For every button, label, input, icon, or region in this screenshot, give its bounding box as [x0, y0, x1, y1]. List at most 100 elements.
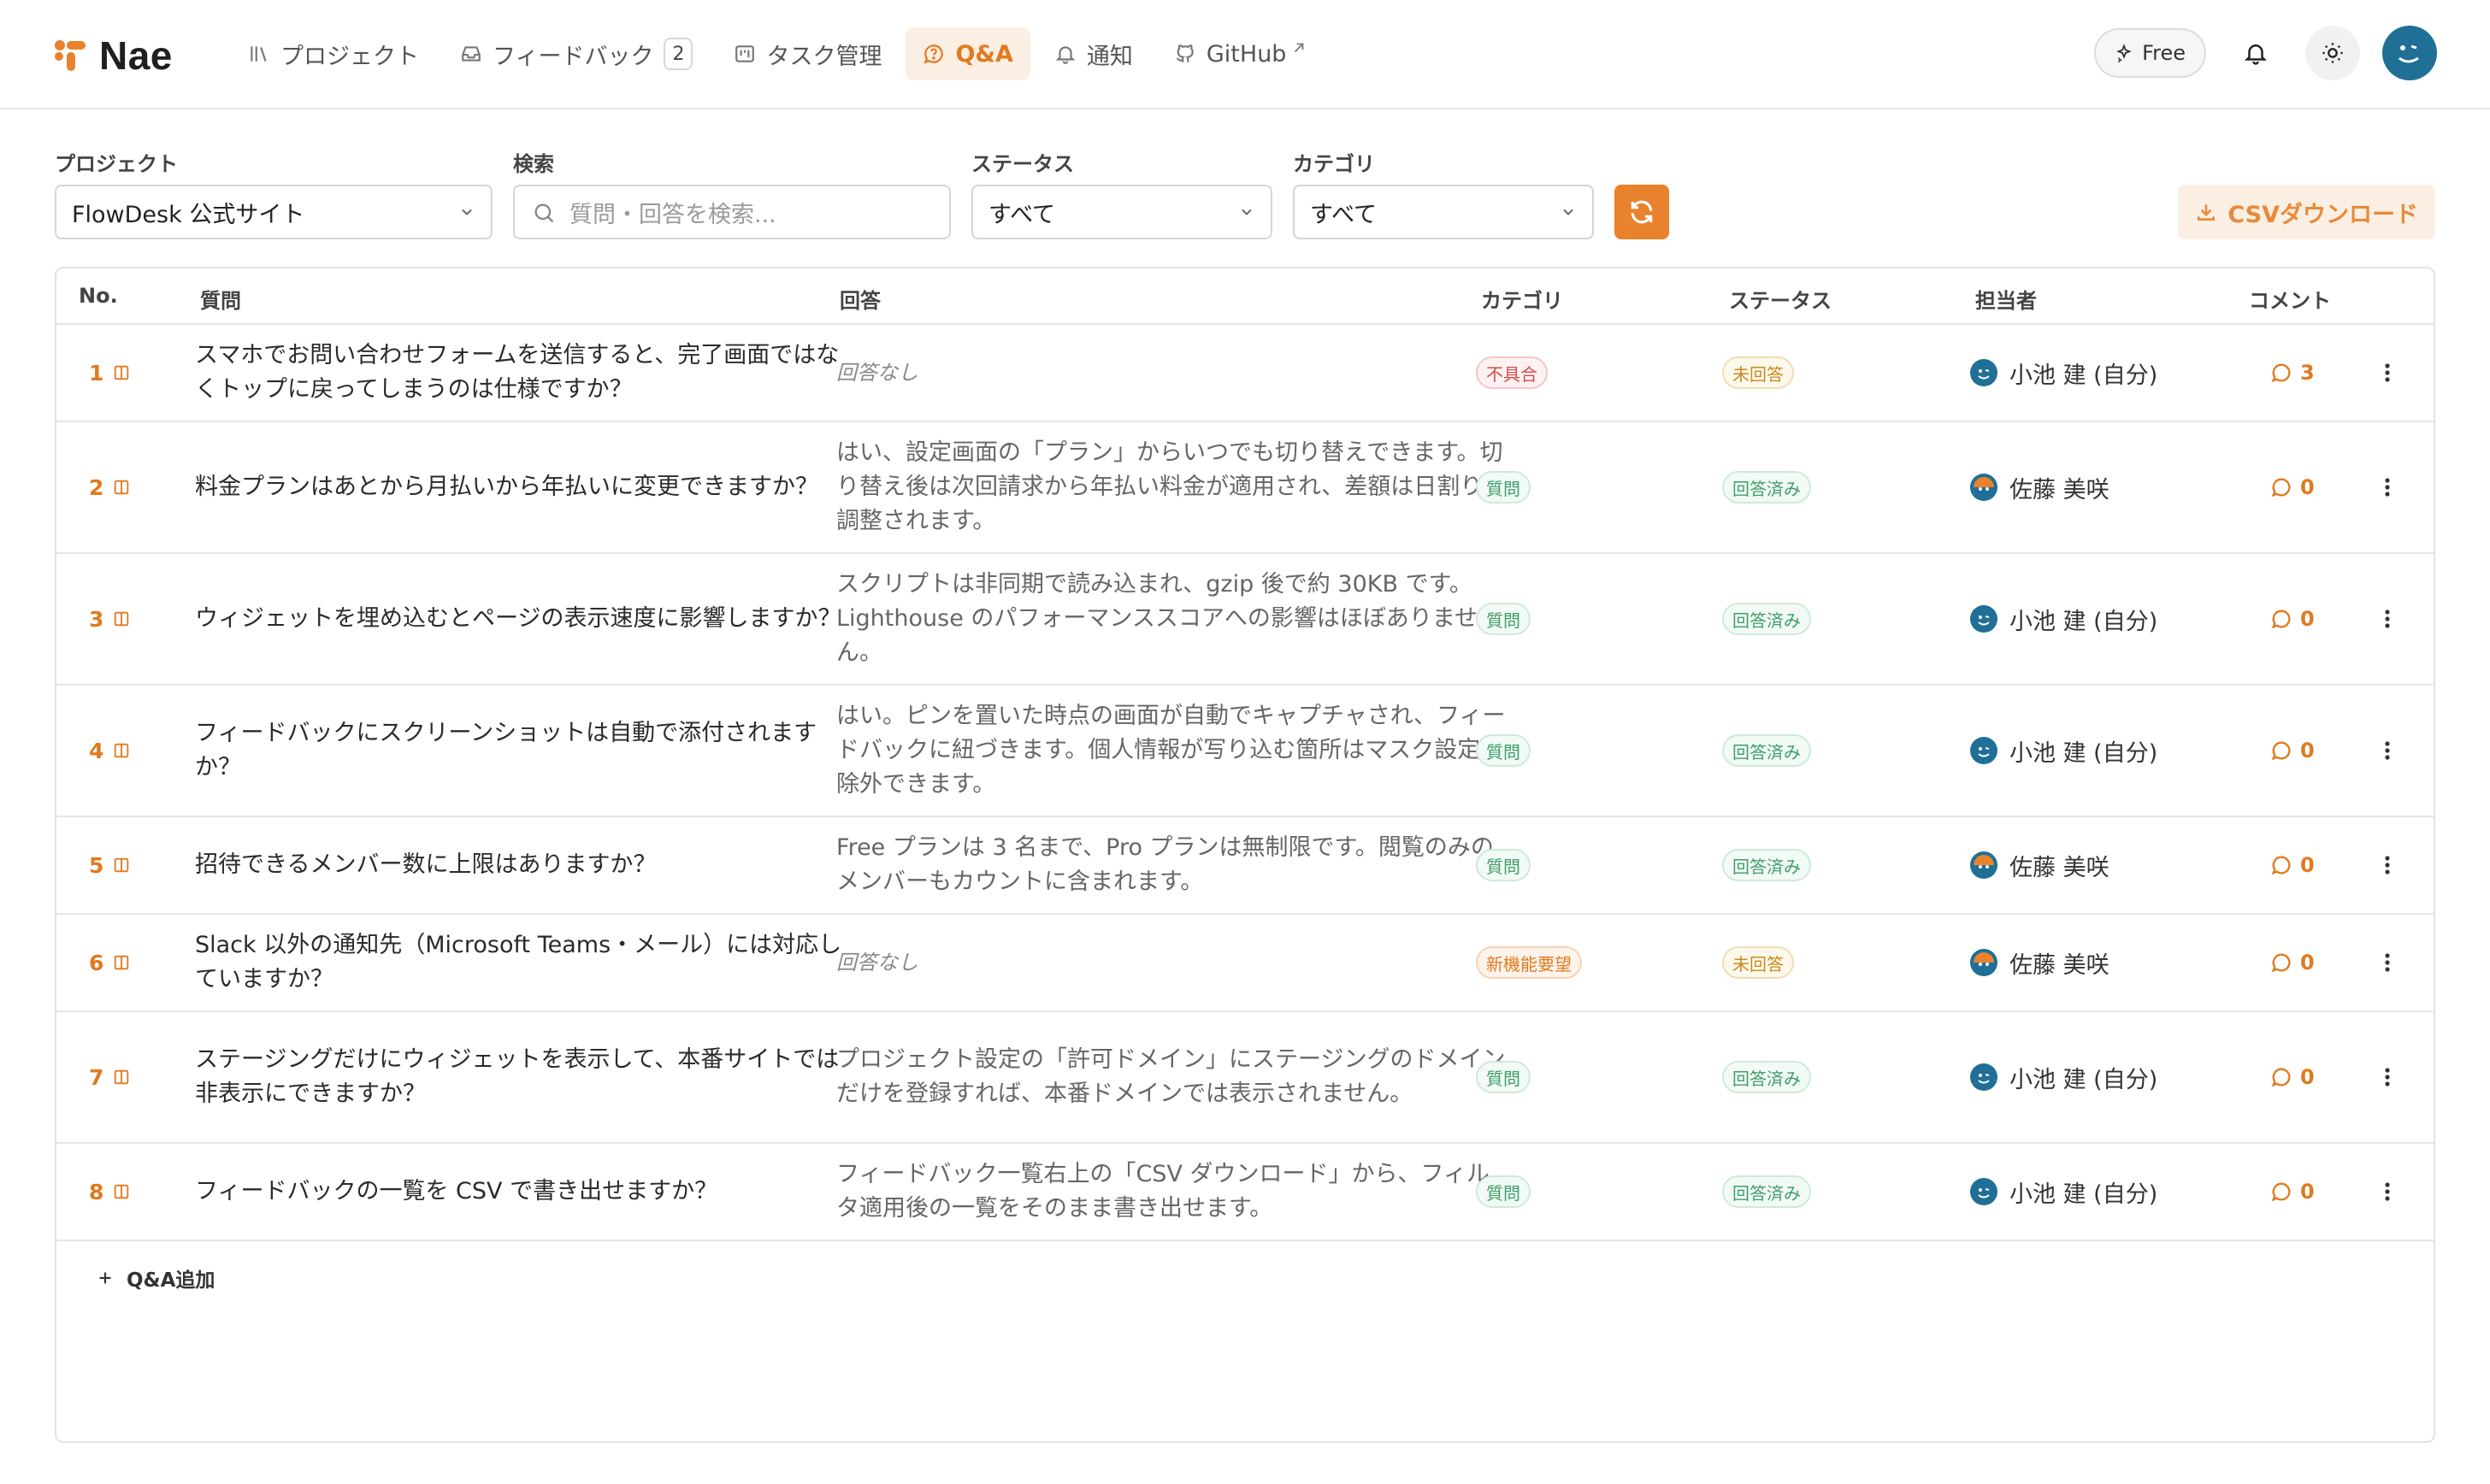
- table-row[interactable]: 6 Slack 以外の通知先（Microsoft Teams・メール）には対応して…: [56, 915, 2434, 1012]
- status-filter: ステータス すべて: [971, 147, 1272, 239]
- nav-tasks[interactable]: タスク管理: [717, 27, 899, 80]
- category-select-value: すべて: [1310, 201, 1378, 228]
- row-menu-button[interactable]: [2384, 817, 2391, 913]
- assignee-cell[interactable]: 小池 建 (自分): [1970, 554, 2157, 684]
- comment-count: 0: [2300, 475, 2315, 499]
- assignee-cell[interactable]: 小池 建 (自分): [1970, 325, 2157, 421]
- row-menu-button[interactable]: [2384, 915, 2391, 1010]
- row-menu-button[interactable]: [2384, 554, 2391, 684]
- refresh-button[interactable]: [1614, 185, 1669, 239]
- row-menu-button[interactable]: [2384, 422, 2391, 552]
- plan-badge[interactable]: Free: [2094, 28, 2206, 78]
- row-number-cell[interactable]: 3: [89, 554, 192, 684]
- assignee-cell[interactable]: 小池 建 (自分): [1970, 1012, 2157, 1142]
- theme-toggle[interactable]: [2305, 26, 2360, 80]
- row-number-cell[interactable]: 6: [89, 915, 192, 1010]
- table-row[interactable]: 3 ウィジェットを埋め込むとページの表示速度に影響しますか？ スクリプトは非同期で読…: [56, 554, 2434, 686]
- status-badge: 回答済み: [1722, 603, 1811, 635]
- comment-cell[interactable]: 0: [2269, 686, 2315, 816]
- question-text: フィードバックの一覧を CSV で書き出せますか？: [195, 1178, 718, 1204]
- nav-qa[interactable]: Q&A: [906, 27, 1030, 80]
- row-number-cell[interactable]: 8: [89, 1144, 192, 1240]
- answer-cell: はい、設定画面の「プラン」からいつでも切り替えできます。切り替え後は次回請求から…: [836, 422, 1512, 552]
- comment-cell[interactable]: 0: [2269, 1144, 2315, 1240]
- question-text: スマホでお問い合わせフォームを送信すると、完了画面ではなくトップに戻ってしまうの…: [195, 342, 840, 403]
- table-row[interactable]: 7 ステージングだけにウィジェットを表示して、本番サイトでは非表示にできますか？プ…: [56, 1012, 2434, 1144]
- assignee-name: 佐藤 美咲: [2009, 854, 2109, 881]
- nav-feedback[interactable]: フィードバック 2: [443, 27, 710, 80]
- project-select[interactable]: FlowDesk 公式サイト: [55, 185, 493, 239]
- comment-cell[interactable]: 0: [2269, 817, 2315, 913]
- table-row[interactable]: 8 フィードバックの一覧を CSV で書き出せますか？ フィードバック一覧右上の「C…: [56, 1144, 2434, 1241]
- row-number: 1: [89, 360, 104, 386]
- plan-label: Free: [2142, 41, 2186, 65]
- kebab-menu-icon: [2385, 741, 2390, 760]
- project-select-value: FlowDesk 公式サイト: [72, 201, 305, 228]
- avatar: [1970, 737, 1997, 764]
- status-cell: 回答済み: [1722, 1012, 1811, 1142]
- nav-tasks-label: タスク管理: [766, 43, 882, 70]
- app-logo[interactable]: Nae: [53, 32, 173, 79]
- search-input[interactable]: 質問・回答を検索...: [513, 185, 951, 239]
- assignee-cell[interactable]: 佐藤 美咲: [1970, 422, 2109, 552]
- question-cell: Slack 以外の通知先（Microsoft Teams・メール）には対応してい…: [195, 915, 862, 1010]
- col-status: ステータス: [1729, 289, 1832, 313]
- assignee-cell[interactable]: 小池 建 (自分): [1970, 1144, 2157, 1240]
- add-qa-button[interactable]: Q&A追加: [96, 1263, 215, 1293]
- table-row[interactable]: 1 スマホでお問い合わせフォームを送信すると、完了画面ではなくトップに戻ってしまう…: [56, 325, 2434, 422]
- comment-cell[interactable]: 0: [2269, 1012, 2315, 1142]
- bell-icon: [2244, 44, 2268, 65]
- status-select[interactable]: すべて: [971, 185, 1272, 239]
- open-panel-icon: [115, 365, 129, 380]
- row-number-cell[interactable]: 5: [89, 817, 192, 913]
- row-number-cell[interactable]: 2: [89, 422, 192, 552]
- answer-cell: 回答なし: [836, 325, 1512, 421]
- row-number-cell[interactable]: 1: [89, 325, 192, 421]
- comment-cell[interactable]: 0: [2269, 915, 2315, 1010]
- assignee-cell[interactable]: 佐藤 美咲: [1970, 817, 2109, 913]
- row-number: 7: [89, 1064, 104, 1090]
- comment-cell[interactable]: 3: [2269, 325, 2315, 421]
- kebab-menu-icon: [2385, 363, 2390, 382]
- category-select[interactable]: すべて: [1293, 185, 1594, 239]
- comment-icon: [2271, 1182, 2291, 1202]
- row-menu-button[interactable]: [2384, 1012, 2391, 1142]
- nav-notifications[interactable]: 通知: [1037, 27, 1150, 80]
- row-menu-button[interactable]: [2384, 325, 2391, 421]
- project-filter: プロジェクト FlowDesk 公式サイト: [55, 147, 493, 239]
- row-number-cell[interactable]: 4: [89, 686, 192, 816]
- question-text: 料金プランはあとから月払いから年払いに変更できますか？: [195, 474, 818, 500]
- nav-qa-label: Q&A: [955, 40, 1013, 68]
- assignee-cell[interactable]: 佐藤 美咲: [1970, 915, 2109, 1010]
- table-row[interactable]: 5 招待できるメンバー数に上限はありますか？ Free プランは 3 名まで、Pro…: [56, 817, 2434, 915]
- avatar: [1970, 474, 1997, 501]
- nav-github[interactable]: GitHub: [1157, 27, 1325, 80]
- answer-cell: スクリプトは非同期で読み込まれ、gzip 後で約 30KB です。Lightho…: [836, 554, 1512, 684]
- col-comment: コメント: [2249, 289, 2331, 313]
- row-number-cell[interactable]: 7: [89, 1012, 192, 1142]
- notifications-button[interactable]: [2228, 26, 2283, 80]
- comment-icon: [2271, 741, 2291, 761]
- category-badge: 質問: [1476, 471, 1531, 504]
- comment-count: 0: [2300, 607, 2315, 631]
- comment-cell[interactable]: 0: [2269, 554, 2315, 684]
- open-panel-icon: [115, 611, 129, 627]
- category-badge: 質問: [1476, 1175, 1531, 1208]
- row-menu-button[interactable]: [2384, 686, 2391, 816]
- question-cell: フィードバックの一覧を CSV で書き出せますか？: [195, 1144, 862, 1240]
- col-answer: 回答: [840, 289, 881, 313]
- csv-download-button[interactable]: CSVダウンロード: [2178, 185, 2435, 239]
- nav-projects[interactable]: プロジェクト: [231, 27, 436, 80]
- assignee-name: 小池 建 (自分): [2009, 362, 2158, 389]
- user-avatar[interactable]: [2382, 26, 2437, 80]
- status-cell: 回答済み: [1722, 554, 1811, 684]
- comment-icon: [2271, 953, 2291, 973]
- comment-cell[interactable]: 0: [2269, 422, 2315, 552]
- nav-projects-label: プロジェクト: [280, 43, 419, 70]
- table-row[interactable]: 4 フィードバックにスクリーンショットは自動で添付されますか？ はい。ピンを置いた時…: [56, 686, 2434, 817]
- question-bubble-icon: [923, 44, 944, 64]
- row-menu-button[interactable]: [2384, 1144, 2391, 1240]
- status-badge: 未回答: [1722, 356, 1794, 389]
- assignee-cell[interactable]: 小池 建 (自分): [1970, 686, 2157, 816]
- table-row[interactable]: 2 料金プランはあとから月払いから年払いに変更できますか？ はい、設定画面の「プラン…: [56, 422, 2434, 554]
